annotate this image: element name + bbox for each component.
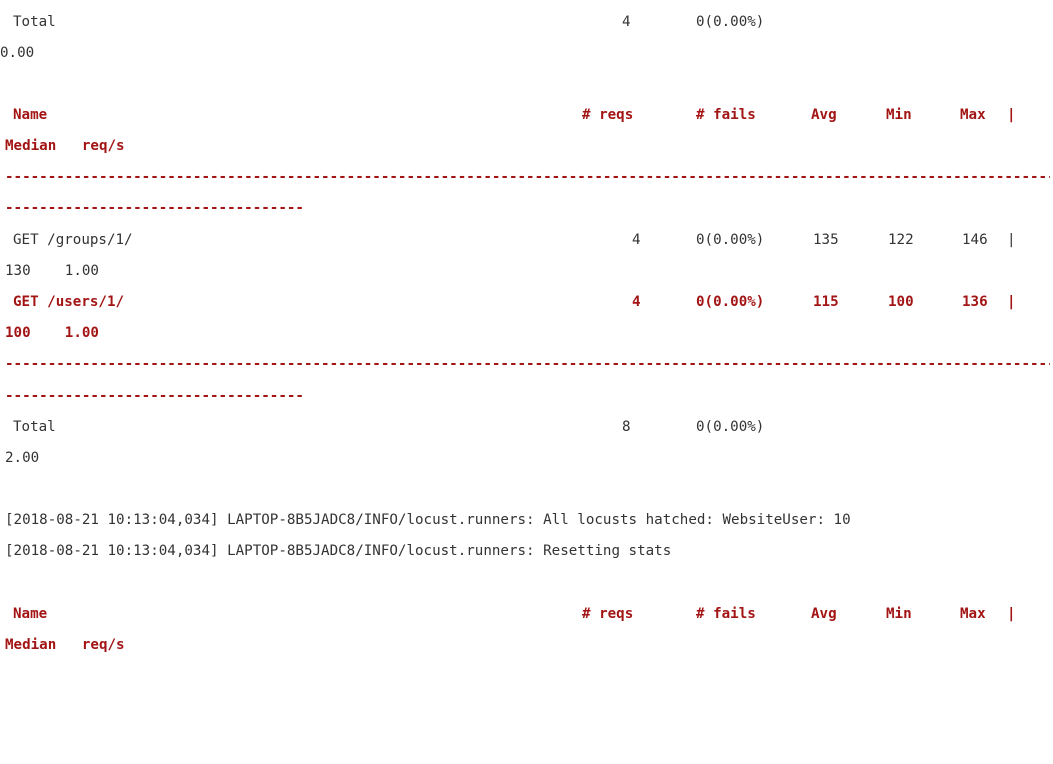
row-avg: 135 — [813, 232, 839, 248]
separator-long-2: ----------------------------------------… — [5, 356, 1050, 372]
header-min: Min — [886, 606, 912, 622]
total-label: Total — [13, 14, 56, 30]
row-name: GET /groups/1/ — [13, 232, 133, 248]
header-name: Name — [13, 107, 48, 123]
total-reqs: 4 — [622, 14, 631, 30]
row-avg: 115 — [813, 294, 839, 310]
header-avg: Avg — [811, 107, 837, 123]
row-min: 122 — [888, 232, 914, 248]
stats-header-1: Name # reqs # fails Avg Min Max | — [5, 105, 1016, 125]
total-wrap-1: 0.00 — [0, 45, 35, 61]
header-bar: | — [1007, 107, 1016, 123]
separator-short-2: ----------------------------------- — [5, 388, 304, 404]
row-reqs: 4 — [632, 232, 641, 248]
total-label: Total — [13, 419, 56, 435]
stats-header-2: Name # reqs # fails Avg Min Max | — [5, 604, 1016, 624]
table-row: GET /groups/1/ 4 0(0.00%) 135 122 146 | — [5, 230, 1016, 250]
header-reqs: # reqs — [582, 606, 634, 622]
log-line-2: [2018-08-21 10:13:04,034] LAPTOP-8B5JADC… — [5, 543, 672, 559]
row-bar: | — [1007, 232, 1016, 248]
row-bar: | — [1007, 294, 1016, 310]
total-fails: 0(0.00%) — [696, 14, 765, 30]
header-max: Max — [960, 107, 986, 123]
header-bar: | — [1007, 606, 1016, 622]
row-fails: 0(0.00%) — [696, 294, 765, 310]
total-wrap-2: 2.00 — [5, 450, 40, 466]
total-fails: 0(0.00%) — [696, 419, 765, 435]
header-wrap-2: Median req/s — [5, 637, 125, 653]
row-name: GET /users/1/ — [13, 294, 125, 310]
log-line-1: [2018-08-21 10:13:04,034] LAPTOP-8B5JADC… — [5, 512, 851, 528]
separator-short-1: ----------------------------------- — [5, 200, 304, 216]
row-wrap: 100 1.00 — [5, 325, 99, 341]
header-wrap-1: Median req/s — [5, 138, 125, 154]
total-reqs: 8 — [622, 419, 631, 435]
header-name: Name — [13, 606, 48, 622]
row-fails: 0(0.00%) — [696, 232, 765, 248]
header-fails: # fails — [696, 606, 756, 622]
header-fails: # fails — [696, 107, 756, 123]
separator-long-1: ----------------------------------------… — [5, 169, 1050, 185]
row-reqs: 4 — [632, 294, 641, 310]
header-min: Min — [886, 107, 912, 123]
row-wrap: 130 1.00 — [5, 263, 99, 279]
header-reqs: # reqs — [582, 107, 634, 123]
row-max: 136 — [962, 294, 988, 310]
row-max: 146 — [962, 232, 988, 248]
header-max: Max — [960, 606, 986, 622]
header-avg: Avg — [811, 606, 837, 622]
table-row: GET /users/1/ 4 0(0.00%) 115 100 136 | — [5, 292, 1016, 312]
row-min: 100 — [888, 294, 914, 310]
total-row-1: Total 4 0(0.00%) — [5, 12, 764, 32]
total-row-2: Total 8 0(0.00%) — [5, 417, 764, 437]
